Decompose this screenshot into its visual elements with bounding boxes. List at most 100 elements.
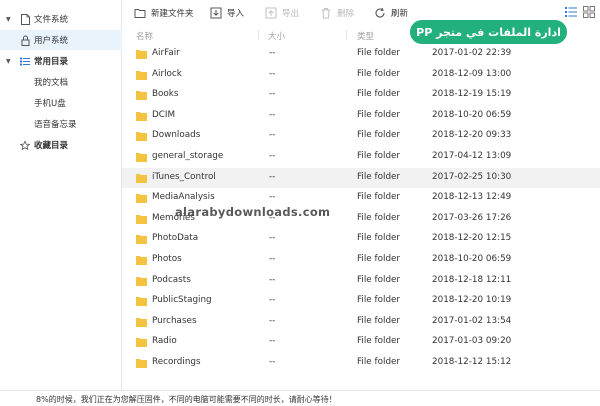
file-name: Recordings — [152, 357, 201, 367]
sidebar-item-label: 常用目录 — [34, 57, 69, 67]
table-row[interactable]: Photos -- File folder 2018-10-20 06:59 — [122, 250, 600, 271]
file-name: Podcasts — [152, 274, 191, 285]
file-type: File folder — [357, 89, 401, 100]
new-folder-icon — [134, 7, 146, 19]
sidebar-item-phone-u[interactable]: 手机U盘 — [0, 93, 122, 113]
folder-icon — [136, 276, 147, 286]
table-row[interactable]: iTunes_Control -- File folder 2017-02-25 10… — [122, 167, 600, 189]
file-date: 2017-01-03 09:20 — [432, 336, 512, 347]
import-icon — [210, 7, 222, 19]
file-name: Airlock — [152, 68, 182, 79]
file-type: File folder — [357, 274, 401, 285]
list-view-icon[interactable] — [565, 6, 577, 18]
column-divider[interactable] — [258, 30, 259, 40]
file-name: PublicStaging — [152, 295, 212, 306]
import-button[interactable]: 导入 — [210, 5, 244, 21]
folder-icon — [136, 111, 147, 121]
column-header-type[interactable]: 类型 — [357, 30, 374, 42]
folder-icon — [136, 296, 147, 307]
folder-icon — [136, 131, 147, 142]
expand-triangle-icon[interactable]: ▼ — [6, 16, 11, 23]
file-type: File folder — [357, 109, 401, 120]
table-row[interactable]: Downloads -- File folder 2018-12-20 09:33 — [122, 126, 600, 147]
folder-icon — [136, 317, 147, 327]
sidebar-item-label: 文件系统 — [34, 15, 69, 25]
sidebar-item-favorites[interactable]: 收藏目录 — [0, 135, 122, 155]
file-size: -- — [269, 89, 276, 100]
file-date: 2018-12-20 12:15 — [432, 233, 512, 244]
file-size: -- — [269, 233, 276, 244]
column-header-name[interactable]: 名称 — [136, 30, 153, 42]
file-name: AirFair — [152, 48, 180, 58]
file-name: Downloads — [152, 130, 201, 141]
file-name: MediaAnalysis — [152, 192, 215, 203]
sidebar-item-my-docs[interactable]: 我的文档 — [0, 72, 122, 92]
table-row[interactable]: Purchases -- File folder 2017-01-02 13:54 — [122, 312, 600, 333]
file-name: general_storage — [152, 151, 224, 161]
file-date: 2018-12-13 12:49 — [432, 192, 512, 203]
file-size: -- — [269, 274, 276, 285]
table-row[interactable]: Airlock -- File folder 2018-12-09 13:00 — [122, 65, 600, 86]
file-date: 2018-10-20 06:59 — [432, 109, 512, 120]
sidebar-item-label: 用户系统 — [34, 36, 69, 46]
status-text: 8%的时候，我们正在为您解压固件，不同的电脑可能需要不同的时长，请耐心等待！ — [36, 395, 337, 404]
file-size: -- — [269, 254, 276, 264]
file-date: 2018-10-20 06:59 — [432, 254, 512, 264]
table-row[interactable]: DCIM -- File folder 2018-10-20 06:59 — [122, 106, 600, 127]
folder-icon — [136, 152, 147, 162]
file-type: File folder — [357, 254, 401, 264]
file-date: 2017-01-02 13:54 — [432, 315, 512, 326]
import-label: 导入 — [227, 9, 245, 19]
file-date: 2017-03-26 17:26 — [432, 212, 512, 223]
trash-icon — [320, 7, 332, 19]
file-type: File folder — [357, 315, 401, 326]
export-button[interactable]: 导出 — [265, 5, 299, 21]
sidebar-item-common-dirs[interactable]: ▼ 常用目录 — [0, 51, 122, 71]
folder-icon — [136, 255, 147, 265]
table-row[interactable]: AirFair -- File folder 2017-01-02 22:39 — [122, 44, 600, 65]
file-type: File folder — [357, 233, 401, 244]
file-date: 2017-01-02 22:39 — [432, 48, 512, 58]
delete-button[interactable]: 删除 — [320, 5, 354, 21]
sidebar: ▼ 文件系统 用户系统 ▼ 常用目录 我的文档 手机U盘 语音备忘录 收藏目录 — [0, 0, 122, 390]
column-divider[interactable] — [346, 30, 347, 40]
grid-view-icon[interactable] — [583, 6, 595, 18]
promo-banner: ادارة الملفات في متجر PP — [410, 20, 567, 44]
file-date: 2017-02-25 10:30 — [432, 171, 512, 182]
file-size: -- — [269, 130, 276, 141]
file-date: 2018-12-20 10:19 — [432, 295, 512, 306]
refresh-label: 刷新 — [391, 9, 409, 19]
sidebar-item-label: 语音备忘录 — [34, 120, 77, 130]
column-header-size[interactable]: 大小 — [268, 30, 285, 42]
new-folder-button[interactable]: 新建文件夹 — [134, 5, 194, 21]
export-label: 导出 — [282, 9, 300, 19]
sidebar-item-label: 我的文档 — [34, 78, 69, 88]
table-row[interactable]: PublicStaging -- File folder 2018-12-20 10:… — [122, 291, 600, 312]
file-name: PhotoData — [152, 233, 199, 244]
folder-icon — [136, 193, 147, 204]
document-icon — [20, 13, 30, 25]
table-row[interactable]: Recordings -- File folder 2018-12-12 15:12 — [122, 353, 600, 374]
lock-icon — [20, 35, 30, 46]
table-row[interactable]: Books -- File folder 2018-12-19 15:19 — [122, 85, 600, 106]
status-bar: 8%的时候，我们正在为您解压固件，不同的电脑可能需要不同的时长，请耐心等待！ — [0, 390, 600, 406]
table-row[interactable]: PhotoData -- File folder 2018-12-20 12:15 — [122, 229, 600, 250]
file-type: File folder — [357, 357, 401, 367]
folder-icon — [136, 337, 147, 348]
sidebar-item-file-system[interactable]: ▼ 文件系统 — [0, 9, 122, 29]
folder-icon — [136, 49, 147, 59]
file-type: File folder — [357, 151, 401, 161]
refresh-button[interactable]: 刷新 — [374, 5, 408, 21]
expand-triangle-icon[interactable]: ▼ — [6, 58, 11, 65]
new-folder-label: 新建文件夹 — [151, 9, 194, 19]
file-size: -- — [269, 151, 276, 161]
sidebar-item-voice-memo[interactable]: 语音备忘录 — [0, 114, 122, 134]
table-row[interactable]: general_storage -- File folder 2017-04-12 1… — [122, 147, 600, 168]
file-size: -- — [269, 68, 276, 79]
table-row[interactable]: Radio -- File folder 2017-01-03 09:20 — [122, 332, 600, 353]
sidebar-item-user-system[interactable]: 用户系统 — [0, 30, 122, 50]
folder-icon — [136, 234, 147, 245]
table-row[interactable]: Podcasts -- File folder 2018-12-18 12:11 — [122, 271, 600, 292]
file-type: File folder — [357, 295, 401, 306]
file-type: File folder — [357, 68, 401, 79]
